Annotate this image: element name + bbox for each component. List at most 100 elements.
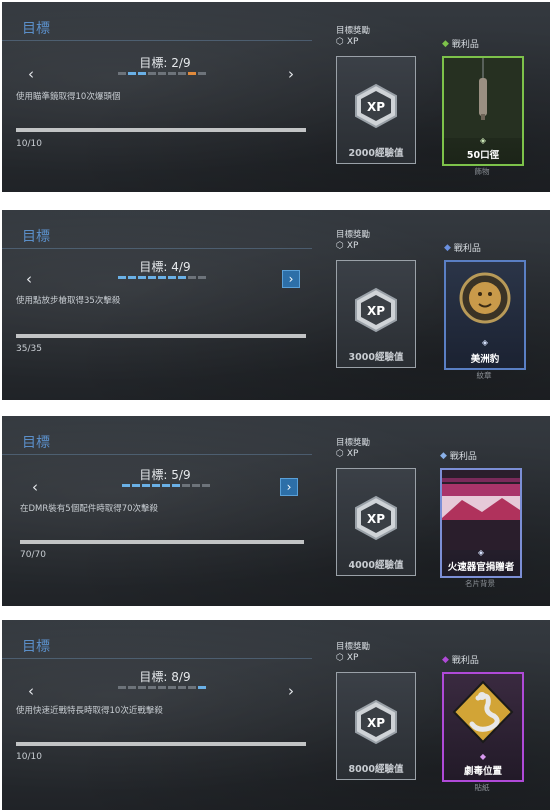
- svg-text:XP: XP: [367, 100, 385, 114]
- next-arrow-button[interactable]: ›: [282, 270, 300, 288]
- prev-arrow-icon[interactable]: ‹: [22, 65, 40, 83]
- progress-dots: [122, 484, 210, 487]
- objective-description: 使用點放步槍取得35次擊殺: [16, 296, 121, 306]
- progress-dots: [118, 72, 206, 75]
- xp-reward-card[interactable]: XP 2000經驗值: [336, 56, 416, 164]
- loot-name: 火速器官捐贈者: [447, 562, 515, 573]
- divider: [2, 40, 312, 41]
- dot: [152, 484, 160, 487]
- xp-value: 4000經驗值: [348, 560, 404, 571]
- gem-icon: ◆: [440, 450, 447, 461]
- dot: [192, 484, 200, 487]
- xp-value: 3000經驗值: [348, 352, 404, 363]
- divider: [2, 454, 312, 455]
- xp-reward-card[interactable]: XP 4000經驗值: [336, 468, 416, 576]
- objective-title: 目標: [22, 435, 50, 451]
- xp-hex-icon: XP: [355, 287, 397, 333]
- gem-icon: ◆: [442, 38, 449, 49]
- loot-header: ◆ 戰利品: [444, 241, 481, 255]
- loot-name: 50口徑: [466, 150, 500, 161]
- progress-bar: [16, 128, 306, 132]
- rarity-icon: ◈: [477, 548, 485, 557]
- dot: [202, 484, 210, 487]
- dot: [158, 276, 166, 279]
- loot-label: 戰利品: [451, 40, 479, 50]
- xp-reward-card[interactable]: XP 3000經驗值: [336, 260, 416, 368]
- dot: [178, 276, 186, 279]
- charm-image: [444, 58, 522, 138]
- rarity-icon: ◆: [479, 752, 487, 761]
- loot-name: 劇毒位置: [463, 766, 502, 777]
- dot: [138, 686, 146, 689]
- dot: [182, 484, 190, 487]
- objective-description: 使用快速近戰特長時取得10次近戰擊殺: [16, 706, 163, 716]
- dot: [148, 276, 156, 279]
- xp-icon: ⬡: [336, 241, 344, 251]
- xp-label: XP: [346, 449, 359, 459]
- loot-header: ◆ 戰利品: [442, 653, 479, 667]
- emblem-image: [459, 272, 511, 324]
- objective-title: 目標: [22, 229, 50, 245]
- dot: [158, 72, 166, 75]
- xp-header: ⬡ XP: [336, 653, 358, 663]
- xp-icon: ⬡: [336, 37, 344, 47]
- objective-title: 目標: [22, 639, 50, 655]
- progress-dots: [118, 276, 206, 279]
- loot-name: 美洲豹: [470, 354, 500, 365]
- dot: [142, 484, 150, 487]
- next-arrow-button[interactable]: ›: [280, 478, 298, 496]
- objective-panel-2: 目標 ‹ 目標: 4/9 › 使用點放步槍取得35次擊殺 35/35 目標獎勵 …: [2, 210, 550, 400]
- dot: [118, 276, 126, 279]
- next-arrow-icon[interactable]: ›: [282, 65, 300, 83]
- prev-arrow-icon[interactable]: ‹: [20, 270, 38, 288]
- progress-bar: [16, 334, 306, 338]
- dot: [148, 72, 156, 75]
- dot: [188, 276, 196, 279]
- dot: [128, 276, 136, 279]
- next-arrow-icon[interactable]: ›: [282, 682, 300, 700]
- dot: [178, 72, 186, 75]
- prev-arrow-icon[interactable]: ‹: [26, 478, 44, 496]
- loot-type: 紋章: [476, 371, 492, 380]
- loot-reward-card[interactable]: ◆ 劇毒位置: [442, 672, 524, 782]
- xp-value: 8000經驗值: [348, 764, 404, 775]
- xp-label: XP: [346, 37, 359, 47]
- dot: [128, 72, 136, 75]
- loot-type: 名片背景: [465, 579, 495, 588]
- calling-card-image: [442, 470, 520, 550]
- loot-reward-card[interactable]: ◈ 火速器官捐贈者: [440, 468, 522, 578]
- dot: [188, 72, 196, 75]
- loot-header: ◆ 戰利品: [442, 37, 479, 51]
- dot: [178, 686, 186, 689]
- dot: [168, 276, 176, 279]
- objective-panel-4: 目標 ‹ 目標: 8/9 › 使用快速近戰特長時取得10次近戰擊殺 10/10 …: [2, 620, 550, 810]
- svg-text:XP: XP: [367, 304, 385, 318]
- xp-reward-card[interactable]: XP 8000經驗值: [336, 672, 416, 780]
- xp-label: XP: [346, 241, 359, 251]
- dot: [168, 686, 176, 689]
- loot-label: 戰利品: [449, 452, 477, 462]
- loot-reward-card[interactable]: ◈ 美洲豹: [444, 260, 526, 370]
- rewards-title: 目標獎勵: [336, 642, 371, 652]
- objective-panel-1: 目標 ‹ 目標: 2/9 › 使用瞄準鏡取得10次爆頭個 10/10 目標獎勵 …: [2, 2, 550, 192]
- dot: [122, 484, 130, 487]
- loot-header: ◆ 戰利品: [440, 449, 477, 463]
- progress-count: 10/10: [16, 752, 42, 762]
- objective-panel-3: 目標 ‹ 目標: 5/9 › 在DMR裝有5個配件時取得70次擊殺 70/70 …: [2, 416, 550, 606]
- goal-label: 目標: 4/9: [139, 260, 191, 274]
- progress-count: 10/10: [16, 139, 42, 149]
- rarity-icon: ◈: [481, 338, 489, 347]
- xp-hex-icon: XP: [355, 83, 397, 129]
- xp-icon: ⬡: [336, 653, 344, 663]
- dot: [128, 686, 136, 689]
- dot: [172, 484, 180, 487]
- xp-header: ⬡ XP: [336, 241, 358, 251]
- dot: [198, 72, 206, 75]
- loot-reward-card[interactable]: ◈ 50口徑: [442, 56, 524, 166]
- xp-header: ⬡ XP: [336, 37, 358, 47]
- dot: [158, 686, 166, 689]
- dot: [148, 686, 156, 689]
- dot: [198, 276, 206, 279]
- goal-label: 目標: 5/9: [139, 468, 191, 482]
- prev-arrow-icon[interactable]: ‹: [22, 682, 40, 700]
